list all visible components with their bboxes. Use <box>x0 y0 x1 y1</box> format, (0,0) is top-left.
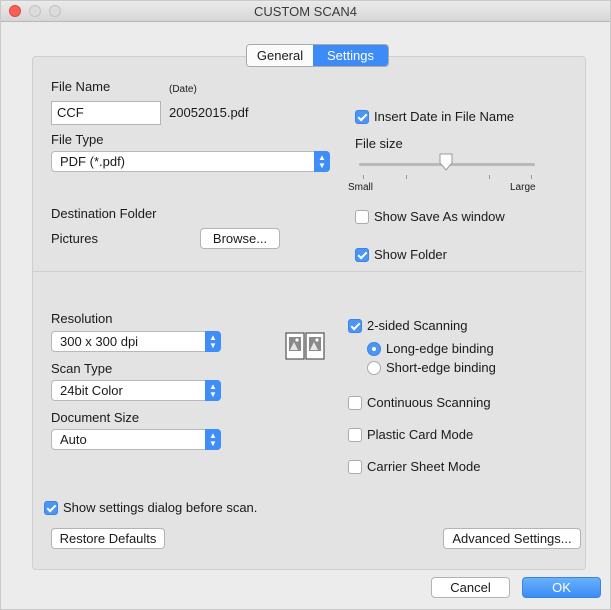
tab-general[interactable]: General <box>247 45 313 66</box>
slider-tick <box>406 175 407 179</box>
show-folder-label: Show Folder <box>374 247 447 262</box>
plastic-card-mode-checkbox[interactable]: Plastic Card Mode <box>348 427 473 442</box>
destination-folder-value: Pictures <box>51 231 98 246</box>
scan-type-value: 24bit Color <box>60 383 123 398</box>
long-edge-binding-label: Long-edge binding <box>386 341 494 356</box>
checkbox-checked-icon <box>348 318 362 333</box>
carrier-sheet-mode-label: Carrier Sheet Mode <box>367 459 481 474</box>
checkbox-unchecked-icon <box>355 209 369 224</box>
file-name-date-suffix: 20052015.pdf <box>169 105 249 120</box>
duplex-scanning-icon <box>285 332 325 360</box>
file-size-slider-thumb[interactable] <box>439 153 453 171</box>
slider-tick <box>363 175 364 179</box>
file-size-large-label: Large <box>510 182 536 193</box>
insert-date-label: Insert Date in File Name <box>374 109 515 124</box>
show-folder-checkbox[interactable]: Show Folder <box>355 247 447 262</box>
show-settings-dialog-label: Show settings dialog before scan. <box>63 500 258 515</box>
select-arrows-icon: ▲ ▼ <box>205 331 221 352</box>
continuous-scanning-label: Continuous Scanning <box>367 395 491 410</box>
scan-type-label: Scan Type <box>51 361 113 376</box>
resolution-label: Resolution <box>51 311 113 326</box>
two-sided-scanning-checkbox[interactable]: 2-sided Scanning <box>348 318 467 333</box>
tab-bar: General Settings <box>246 44 389 67</box>
browse-button[interactable]: Browse... <box>200 228 280 249</box>
select-arrows-icon: ▲ ▼ <box>314 151 330 172</box>
document-size-label: Document Size <box>51 410 140 425</box>
checkbox-checked-icon <box>355 109 369 124</box>
slider-tick <box>489 175 490 179</box>
resolution-select[interactable]: 300 x 300 dpi ▲ ▼ <box>51 331 221 352</box>
insert-date-checkbox[interactable]: Insert Date in File Name <box>355 109 514 124</box>
checkbox-checked-icon <box>44 500 58 515</box>
slider-tick <box>531 175 532 179</box>
settings-panel <box>32 56 586 570</box>
restore-defaults-button[interactable]: Restore Defaults <box>51 528 165 549</box>
radio-unselected-icon <box>367 360 381 375</box>
checkbox-checked-icon <box>355 247 369 262</box>
select-arrows-icon: ▲ ▼ <box>205 429 221 450</box>
file-name-label: File Name <box>51 79 111 94</box>
file-type-select[interactable]: PDF (*.pdf) ▲ ▼ <box>51 151 330 172</box>
date-label: (Date) <box>169 84 197 95</box>
long-edge-binding-radio[interactable]: Long-edge binding <box>367 341 494 356</box>
checkbox-unchecked-icon <box>348 395 362 410</box>
plastic-card-mode-label: Plastic Card Mode <box>367 427 474 442</box>
file-size-small-label: Small <box>348 182 374 193</box>
tab-settings[interactable]: Settings <box>313 45 388 66</box>
resolution-value: 300 x 300 dpi <box>60 334 139 349</box>
carrier-sheet-mode-checkbox[interactable]: Carrier Sheet Mode <box>348 459 480 474</box>
radio-selected-icon <box>367 341 381 356</box>
cancel-button[interactable]: Cancel <box>431 577 510 598</box>
checkbox-unchecked-icon <box>348 427 362 442</box>
scan-type-select[interactable]: 24bit Color ▲ ▼ <box>51 380 221 401</box>
advanced-settings-button[interactable]: Advanced Settings... <box>443 528 581 549</box>
ok-button[interactable]: OK <box>522 577 601 598</box>
select-arrows-icon: ▲ ▼ <box>205 380 221 401</box>
custom-scan-window: CUSTOM SCAN4 General Settings File Name … <box>0 0 611 610</box>
show-settings-dialog-checkbox[interactable]: Show settings dialog before scan. <box>44 500 257 515</box>
short-edge-binding-radio[interactable]: Short-edge binding <box>367 360 496 375</box>
document-size-value: Auto <box>60 432 87 447</box>
file-type-label: File Type <box>51 132 104 147</box>
document-size-select[interactable]: Auto ▲ ▼ <box>51 429 221 450</box>
show-save-as-checkbox[interactable]: Show Save As window <box>355 209 505 224</box>
continuous-scanning-checkbox[interactable]: Continuous Scanning <box>348 395 491 410</box>
section-divider <box>33 271 583 272</box>
two-sided-scanning-label: 2-sided Scanning <box>367 318 468 333</box>
window-title: CUSTOM SCAN4 <box>253 4 358 19</box>
short-edge-binding-label: Short-edge binding <box>386 360 496 375</box>
file-name-input[interactable]: CCF <box>51 101 161 125</box>
file-size-label: File size <box>355 136 403 151</box>
checkbox-unchecked-icon <box>348 459 362 474</box>
title-bar[interactable]: CUSTOM SCAN4 <box>1 1 610 22</box>
show-save-as-label: Show Save As window <box>374 209 505 224</box>
file-type-value: PDF (*.pdf) <box>60 154 126 169</box>
destination-folder-label: Destination Folder <box>51 206 157 221</box>
